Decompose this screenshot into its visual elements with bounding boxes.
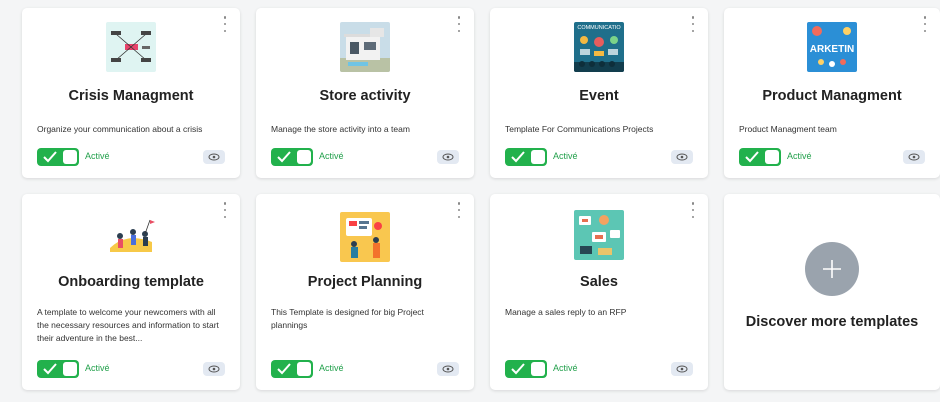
eye-icon	[676, 365, 688, 373]
plus-icon[interactable]	[805, 242, 859, 296]
store-building-icon	[340, 22, 390, 72]
more-options-icon[interactable]	[220, 202, 230, 218]
check-icon	[745, 151, 759, 163]
template-description: Manage a sales reply to an RFP	[505, 307, 627, 317]
more-options-icon[interactable]	[920, 16, 930, 32]
preview-button[interactable]	[203, 150, 225, 164]
marketing-icon: ARKETIN	[807, 22, 857, 72]
template-card-store-activity[interactable]: Store activity Manage the store activity…	[256, 8, 474, 178]
more-options-icon[interactable]	[688, 16, 698, 32]
template-card-sales[interactable]: Sales Manage a sales reply to an RFP Act…	[490, 194, 708, 390]
check-icon	[511, 151, 525, 163]
status-label: Activé	[553, 151, 578, 161]
sales-icon	[574, 210, 624, 260]
check-icon	[277, 363, 291, 375]
check-icon	[43, 151, 57, 163]
more-options-icon[interactable]	[454, 202, 464, 218]
eye-icon	[208, 365, 220, 373]
communication-event-icon: COMMUNICATIO	[574, 22, 624, 72]
status-label: Activé	[85, 363, 110, 373]
template-description: A template to welcome your newcomers wit…	[37, 307, 219, 343]
template-card-onboarding-template[interactable]: Onboarding template A template to welcom…	[22, 194, 240, 390]
check-icon	[511, 363, 525, 375]
thumb-text: COMMUNICATIO	[577, 25, 621, 31]
active-toggle[interactable]	[505, 360, 547, 378]
check-icon	[43, 363, 57, 375]
template-title: Onboarding template	[58, 274, 204, 290]
template-card-project-planning[interactable]: Project Planning This Template is design…	[256, 194, 474, 390]
more-options-icon[interactable]	[688, 202, 698, 218]
preview-button[interactable]	[437, 362, 459, 376]
status-label: Activé	[553, 363, 578, 373]
onboarding-team-icon	[106, 212, 156, 262]
eye-icon	[676, 153, 688, 161]
preview-button[interactable]	[903, 150, 925, 164]
active-toggle[interactable]	[37, 360, 79, 378]
more-options-icon[interactable]	[454, 16, 464, 32]
eye-icon	[442, 153, 454, 161]
template-title: Project Planning	[307, 274, 423, 290]
thumb-text: ARKETIN	[810, 44, 854, 55]
eye-icon	[908, 153, 920, 161]
template-description: Product Managment team	[739, 124, 837, 134]
check-icon	[277, 151, 291, 163]
template-description: Manage the store activity into a team	[271, 124, 410, 134]
active-toggle[interactable]	[739, 148, 781, 166]
template-card-event[interactable]: COMMUNICATIO Event Template For Communic…	[490, 8, 708, 178]
preview-button[interactable]	[671, 150, 693, 164]
template-description: Template For Communications Projects	[505, 124, 654, 134]
discover-more-templates-card[interactable]: Discover more templates	[724, 194, 940, 390]
mindmap-icon	[106, 22, 156, 72]
template-card-crisis-managment[interactable]: Crisis Managment Organize your communica…	[22, 8, 240, 178]
template-title: Store activity	[319, 88, 411, 104]
status-label: Activé	[85, 151, 110, 161]
template-grid: Crisis Managment Organize your communica…	[0, 0, 940, 402]
template-title: Event	[579, 88, 619, 104]
status-label: Activé	[787, 151, 812, 161]
active-toggle[interactable]	[37, 148, 79, 166]
status-label: Activé	[319, 151, 344, 161]
preview-button[interactable]	[671, 362, 693, 376]
template-card-product-managment[interactable]: ARKETIN Product Managment Product Managm…	[724, 8, 940, 178]
template-description: Organize your communication about a cris…	[37, 124, 203, 134]
active-toggle[interactable]	[271, 148, 313, 166]
eye-icon	[442, 365, 454, 373]
preview-button[interactable]	[437, 150, 459, 164]
more-options-icon[interactable]	[220, 16, 230, 32]
template-title: Sales	[580, 274, 618, 290]
preview-button[interactable]	[203, 362, 225, 376]
template-title: Product Managment	[762, 88, 902, 104]
template-title: Crisis Managment	[68, 88, 194, 104]
eye-icon	[208, 153, 220, 161]
active-toggle[interactable]	[505, 148, 547, 166]
template-description: This Template is designed for big Projec…	[271, 307, 424, 330]
discover-title: Discover more templates	[745, 314, 919, 330]
project-planning-icon	[340, 212, 390, 262]
active-toggle[interactable]	[271, 360, 313, 378]
status-label: Activé	[319, 363, 344, 373]
